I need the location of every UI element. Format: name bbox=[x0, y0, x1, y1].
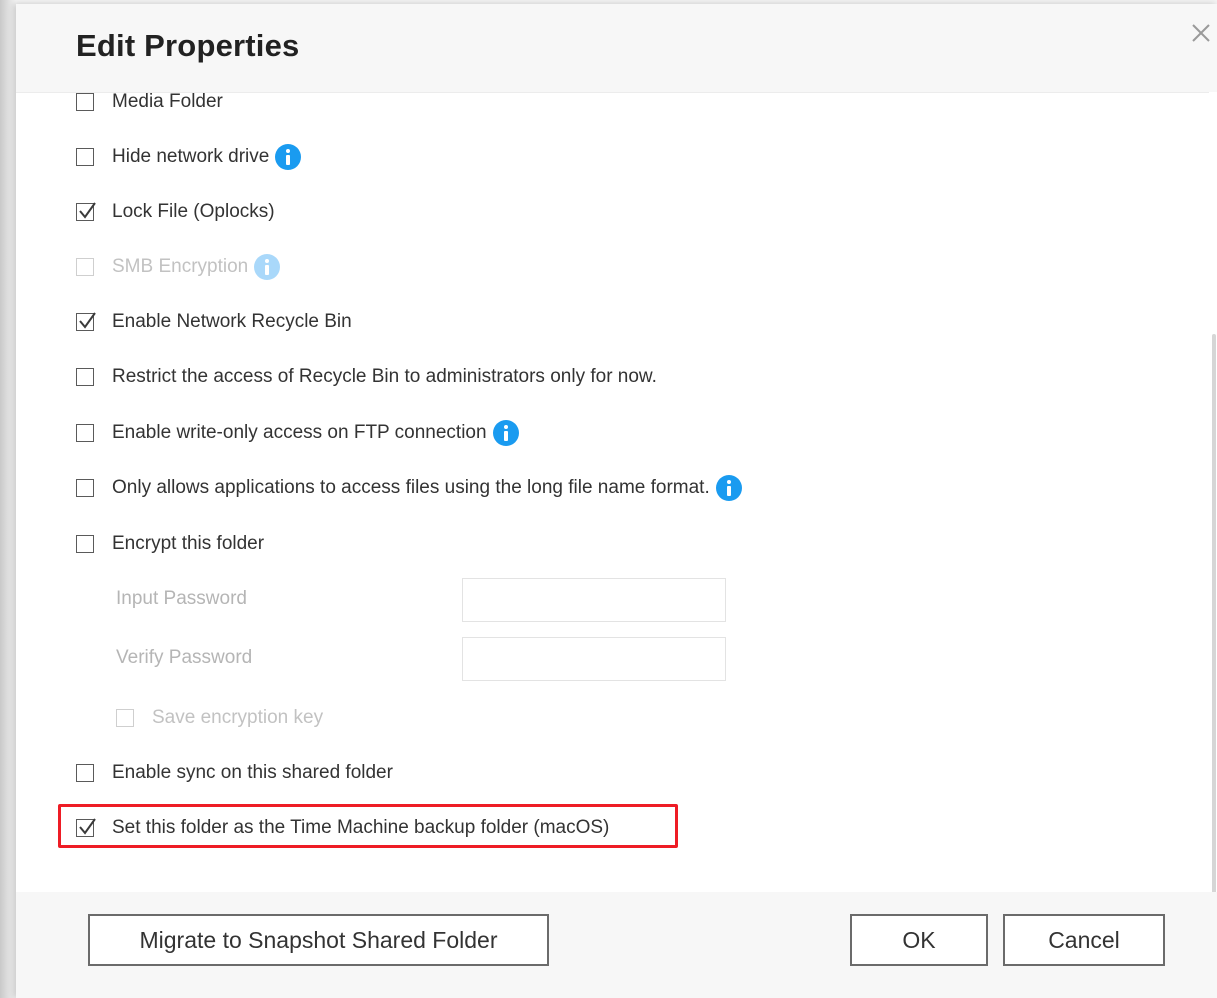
option-network-recycle-bin[interactable]: Enable Network Recycle Bin bbox=[76, 308, 352, 336]
save-encryption-key-checkbox bbox=[116, 709, 134, 727]
info-icon[interactable] bbox=[275, 144, 302, 170]
dialog-title: Edit Properties bbox=[76, 28, 300, 63]
close-icon[interactable] bbox=[1186, 18, 1216, 48]
time-machine-highlight-box bbox=[58, 804, 678, 848]
option-ftp-write-only[interactable]: Enable write-only access on FTP connecti… bbox=[76, 419, 519, 447]
checkmark-icon bbox=[79, 202, 96, 219]
option-media-folder[interactable]: Media Folder bbox=[76, 88, 223, 116]
option-save-encryption-key: Save encryption key bbox=[116, 704, 323, 732]
option-label: Enable write-only access on FTP connecti… bbox=[112, 422, 487, 443]
option-smb-encryption: SMB Encryption bbox=[76, 253, 281, 281]
enable-sync-checkbox[interactable] bbox=[76, 764, 94, 782]
option-label: Hide network drive bbox=[112, 146, 270, 167]
option-label: Enable Network Recycle Bin bbox=[112, 311, 352, 332]
info-icon[interactable] bbox=[254, 254, 281, 280]
hide-network-drive-checkbox[interactable] bbox=[76, 148, 94, 166]
lock-file-checkbox[interactable] bbox=[76, 202, 96, 221]
smb-encryption-checkbox bbox=[76, 258, 94, 276]
restrict-recycle-bin-checkbox[interactable] bbox=[76, 368, 94, 386]
option-lock-file[interactable]: Lock File (Oplocks) bbox=[76, 198, 275, 226]
option-label: Encrypt this folder bbox=[112, 533, 265, 554]
ftp-write-only-checkbox[interactable] bbox=[76, 424, 94, 442]
input-password-label: Input Password bbox=[116, 588, 247, 609]
option-label: Media Folder bbox=[112, 91, 223, 112]
checkmark-icon bbox=[79, 312, 96, 329]
option-encrypt-folder[interactable]: Encrypt this folder bbox=[76, 530, 264, 558]
media-folder-checkbox[interactable] bbox=[76, 93, 94, 111]
info-icon[interactable] bbox=[715, 475, 742, 501]
option-restrict-recycle-bin[interactable]: Restrict the access of Recycle Bin to ad… bbox=[76, 363, 657, 391]
dialog-header: Edit Properties bbox=[16, 4, 1217, 93]
cancel-button[interactable]: Cancel bbox=[1003, 914, 1165, 966]
option-hide-network-drive[interactable]: Hide network drive bbox=[76, 143, 302, 171]
verify-password-field[interactable] bbox=[462, 637, 726, 681]
verify-password-label: Verify Password bbox=[116, 647, 253, 668]
migrate-snapshot-button[interactable]: Migrate to Snapshot Shared Folder bbox=[88, 914, 549, 966]
option-label: Only allows applications to access files… bbox=[112, 477, 710, 498]
option-enable-sync[interactable]: Enable sync on this shared folder bbox=[76, 759, 393, 787]
option-label: Lock File (Oplocks) bbox=[112, 201, 275, 222]
option-label: SMB Encryption bbox=[112, 256, 249, 277]
recycle-bin-checkbox[interactable] bbox=[76, 312, 96, 331]
encrypt-folder-checkbox[interactable] bbox=[76, 535, 94, 553]
dialog-footer: Migrate to Snapshot Shared Folder OK Can… bbox=[16, 892, 1217, 998]
option-long-file-name[interactable]: Only allows applications to access files… bbox=[76, 474, 742, 502]
long-file-name-checkbox[interactable] bbox=[76, 479, 94, 497]
info-icon[interactable] bbox=[492, 420, 519, 446]
input-password-field[interactable] bbox=[462, 578, 726, 622]
option-label: Enable sync on this shared folder bbox=[112, 762, 393, 783]
ok-button[interactable]: OK bbox=[850, 914, 988, 966]
option-label: Restrict the access of Recycle Bin to ad… bbox=[112, 366, 657, 387]
edit-properties-dialog: Edit Properties Media Folder Hide networ… bbox=[16, 4, 1217, 998]
scrollbar-thumb[interactable] bbox=[1212, 334, 1216, 894]
option-label: Save encryption key bbox=[152, 707, 324, 728]
